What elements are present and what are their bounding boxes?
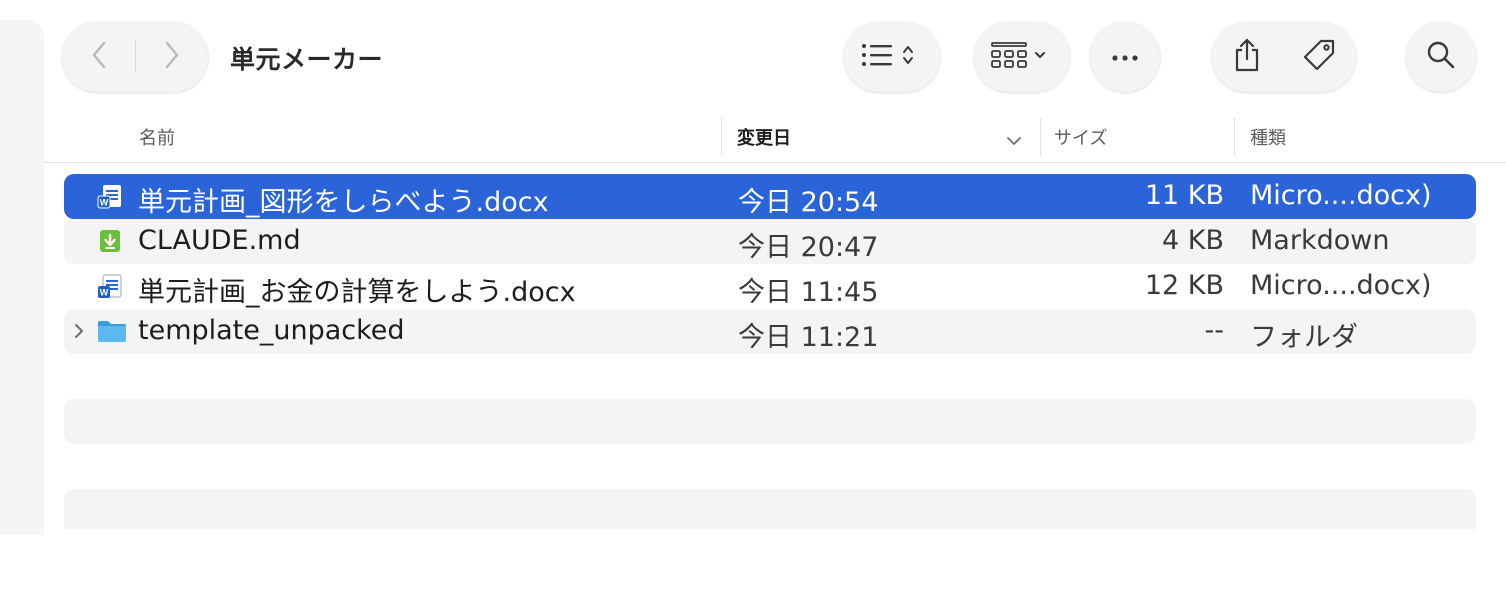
svg-text:W: W bbox=[100, 198, 109, 208]
column-kind-header[interactable]: 種類 bbox=[1250, 124, 1286, 150]
column-divider[interactable] bbox=[1040, 118, 1041, 156]
svg-text:W: W bbox=[100, 288, 109, 298]
file-kind: Micro....docx) bbox=[1250, 180, 1432, 211]
folder-name: template_unpacked bbox=[138, 315, 405, 346]
file-date: 今日 11:45 bbox=[738, 277, 879, 308]
file-row[interactable]: W 単元計画_お金の計算をしよう.docx 今日 11:45 12 KB Mic… bbox=[64, 264, 1476, 309]
file-date: 今日 20:54 bbox=[738, 187, 879, 218]
more-button[interactable] bbox=[1090, 22, 1160, 92]
file-size: 12 KB bbox=[1144, 270, 1224, 301]
file-size: 11 KB bbox=[1144, 180, 1224, 211]
file-row[interactable]: W 単元計画_図形をしらべよう.docx 今日 20:54 11 KB Micr… bbox=[64, 174, 1476, 219]
markdown-file-icon bbox=[96, 227, 124, 255]
column-header: 名前 変更日 サイズ 種類 bbox=[44, 112, 1506, 163]
word-doc-icon: W bbox=[96, 182, 124, 210]
column-divider[interactable] bbox=[721, 118, 722, 156]
share-tag-group bbox=[1212, 22, 1356, 92]
chevron-left-icon bbox=[91, 41, 107, 73]
empty-row bbox=[64, 489, 1476, 529]
file-size: 4 KB bbox=[1162, 225, 1224, 256]
empty-row bbox=[64, 354, 1476, 399]
disclosure-chevron-icon[interactable] bbox=[72, 319, 86, 343]
sort-chevron-down-icon[interactable] bbox=[1006, 130, 1022, 151]
file-kind: Markdown bbox=[1250, 225, 1390, 256]
chevron-right-icon bbox=[164, 41, 180, 73]
search-icon bbox=[1426, 40, 1456, 74]
file-list: W 単元計画_図形をしらべよう.docx 今日 20:54 11 KB Micr… bbox=[64, 174, 1476, 529]
folder-row[interactable]: template_unpacked 今日 11:21 -- フォルダ bbox=[64, 309, 1476, 354]
empty-row bbox=[64, 399, 1476, 444]
file-size: -- bbox=[1204, 315, 1225, 346]
column-divider[interactable] bbox=[1234, 118, 1235, 156]
group-button[interactable] bbox=[974, 22, 1070, 92]
file-kind: Micro....docx) bbox=[1250, 270, 1432, 301]
file-date: 今日 20:47 bbox=[738, 232, 879, 263]
share-icon[interactable] bbox=[1233, 37, 1261, 77]
list-view-icon bbox=[860, 40, 924, 74]
tag-icon[interactable] bbox=[1302, 38, 1336, 76]
file-row[interactable]: CLAUDE.md 今日 20:47 4 KB Markdown bbox=[64, 219, 1476, 264]
sidebar-edge bbox=[0, 20, 44, 535]
file-name: 単元計画_お金の計算をしよう.docx bbox=[138, 277, 576, 308]
column-name-header[interactable]: 名前 bbox=[139, 124, 175, 150]
search-button[interactable] bbox=[1406, 22, 1476, 92]
ellipsis-icon bbox=[1110, 48, 1140, 67]
folder-title: 単元メーカー bbox=[230, 45, 384, 74]
file-name: CLAUDE.md bbox=[138, 225, 301, 256]
navigation-control bbox=[62, 22, 208, 92]
grid-group-icon bbox=[990, 40, 1054, 74]
file-name: 単元計画_図形をしらべよう.docx bbox=[138, 187, 549, 218]
file-kind: フォルダ bbox=[1250, 322, 1358, 353]
toolbar: 単元メーカー bbox=[44, 0, 1506, 110]
view-mode-button[interactable] bbox=[844, 22, 940, 92]
folder-icon bbox=[96, 317, 126, 345]
empty-row bbox=[64, 444, 1476, 489]
column-size-header[interactable]: サイズ bbox=[1054, 124, 1107, 150]
file-date: 今日 11:21 bbox=[738, 322, 879, 353]
column-date-header[interactable]: 変更日 bbox=[737, 124, 791, 150]
word-doc-icon: W bbox=[96, 272, 124, 300]
finder-window: 単元メーカー 名前 変更日 サイズ 種類 W 単元計画_図形をしらべよう.doc… bbox=[44, 0, 1506, 535]
back-button[interactable] bbox=[63, 22, 135, 92]
forward-button[interactable] bbox=[136, 22, 208, 92]
